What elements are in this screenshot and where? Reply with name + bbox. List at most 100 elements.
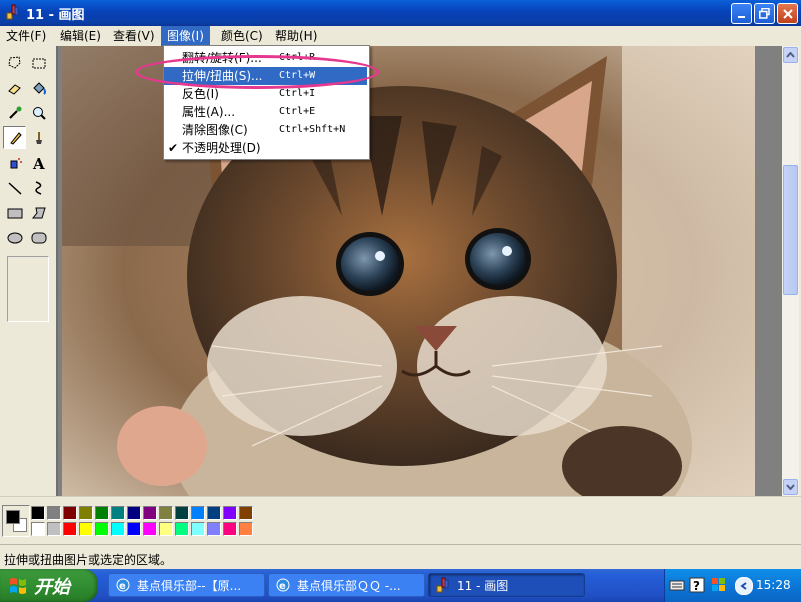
menu-item-draw-opaque[interactable]: ✔ 不透明处理(D) bbox=[164, 139, 367, 157]
clock[interactable]: 15:28 bbox=[756, 578, 791, 592]
eraser-icon bbox=[7, 83, 21, 95]
close-icon bbox=[782, 8, 793, 19]
pick-color-tool[interactable] bbox=[3, 101, 26, 124]
color-swatch[interactable] bbox=[47, 506, 61, 520]
task-button-paint[interactable]: 11 - 画图 bbox=[428, 573, 585, 597]
minimize-icon bbox=[737, 15, 745, 18]
color-swatch[interactable] bbox=[95, 522, 109, 536]
eyedropper-icon bbox=[8, 106, 21, 119]
task-label: 基点俱乐部ＱＱ -... bbox=[297, 578, 401, 593]
line-tool[interactable] bbox=[3, 176, 26, 199]
color-swatch[interactable] bbox=[63, 506, 77, 520]
color-swatch[interactable] bbox=[31, 506, 45, 520]
color-swatch[interactable] bbox=[239, 522, 253, 536]
pencil-icon bbox=[9, 131, 22, 145]
menu-item-attributes[interactable]: 属性(A)... Ctrl+E bbox=[164, 103, 367, 121]
color-swatch[interactable] bbox=[79, 506, 93, 520]
color-swatch[interactable] bbox=[111, 522, 125, 536]
color-swatch[interactable] bbox=[175, 522, 189, 536]
menu-view[interactable]: 查看(V) bbox=[107, 26, 161, 46]
show-hidden-icons-button[interactable] bbox=[735, 577, 753, 595]
title-bar[interactable]: 11 - 画图 bbox=[0, 0, 801, 26]
menu-bar: 文件(F) 编辑(E) 查看(V) 图像(I) 颜色(C) 帮助(H) bbox=[0, 26, 801, 46]
color-swatch[interactable] bbox=[207, 506, 221, 520]
color-swatch[interactable] bbox=[223, 522, 237, 536]
color-swatch[interactable] bbox=[223, 506, 237, 520]
curve-icon bbox=[34, 180, 41, 195]
current-colors-box[interactable] bbox=[2, 505, 30, 537]
close-button[interactable] bbox=[777, 3, 798, 24]
scroll-up-button[interactable] bbox=[783, 47, 798, 63]
chevron-up-icon bbox=[786, 52, 795, 58]
color-swatch[interactable] bbox=[127, 522, 141, 536]
color-swatch[interactable] bbox=[95, 506, 109, 520]
color-swatch[interactable] bbox=[175, 506, 189, 520]
chevron-down-icon bbox=[786, 484, 795, 490]
polygon-tool[interactable] bbox=[27, 201, 50, 224]
restore-button[interactable] bbox=[754, 3, 775, 24]
menu-image[interactable]: 图像(I) bbox=[161, 26, 210, 46]
menu-item-clear-image[interactable]: 清除图像(C) Ctrl+Shft+N bbox=[164, 121, 367, 139]
color-swatch[interactable] bbox=[239, 506, 253, 520]
task-label: 基点俱乐部--【原... bbox=[137, 578, 242, 593]
svg-text:e: e bbox=[119, 581, 126, 592]
free-form-select-icon bbox=[7, 55, 21, 69]
keyboard-icon[interactable] bbox=[669, 578, 685, 595]
rounded-rect-icon bbox=[31, 232, 46, 243]
color-swatch[interactable] bbox=[159, 506, 173, 520]
menu-file[interactable]: 文件(F) bbox=[0, 26, 52, 46]
paint-bucket-icon bbox=[32, 81, 46, 95]
magnifier-tool[interactable] bbox=[27, 101, 50, 124]
text-tool[interactable]: A bbox=[27, 151, 50, 174]
curve-tool[interactable] bbox=[27, 176, 50, 199]
color-swatch[interactable] bbox=[47, 522, 61, 536]
color-swatch[interactable] bbox=[79, 522, 93, 536]
tool-options-box[interactable] bbox=[7, 256, 49, 322]
windows-flag-icon[interactable] bbox=[711, 577, 727, 596]
ellipse-icon bbox=[7, 232, 22, 243]
ellipse-tool[interactable] bbox=[3, 226, 26, 249]
fill-tool[interactable] bbox=[27, 76, 50, 99]
foreground-color-swatch[interactable] bbox=[6, 510, 20, 524]
color-swatch[interactable] bbox=[143, 506, 157, 520]
brush-icon bbox=[35, 131, 42, 144]
scroll-down-button[interactable] bbox=[783, 479, 798, 495]
airbrush-icon bbox=[10, 157, 22, 168]
line-icon bbox=[7, 181, 22, 195]
ie-icon: e bbox=[276, 578, 290, 592]
chevron-left-icon bbox=[740, 582, 747, 590]
paint-app-icon[interactable] bbox=[5, 4, 21, 20]
status-text: 拉伸或扭曲图片或选定的区域。 bbox=[4, 553, 173, 567]
color-swatch[interactable] bbox=[191, 506, 205, 520]
color-swatch[interactable] bbox=[191, 522, 205, 536]
brush-tool[interactable] bbox=[27, 126, 50, 149]
minimize-button[interactable] bbox=[731, 3, 752, 24]
airbrush-tool[interactable] bbox=[3, 151, 26, 174]
menu-help[interactable]: 帮助(H) bbox=[269, 26, 323, 46]
color-swatch[interactable] bbox=[143, 522, 157, 536]
rectangle-tool[interactable] bbox=[3, 201, 26, 224]
window-title: 11 - 画图 bbox=[26, 8, 85, 23]
help-icon[interactable]: ? bbox=[689, 577, 705, 596]
color-swatch[interactable] bbox=[63, 522, 77, 536]
color-palette bbox=[0, 496, 801, 545]
color-swatch[interactable] bbox=[31, 522, 45, 536]
pencil-tool[interactable] bbox=[3, 126, 26, 149]
start-button[interactable]: 开始 bbox=[0, 569, 98, 602]
svg-text:A: A bbox=[32, 155, 45, 171]
menu-edit[interactable]: 编辑(E) bbox=[54, 26, 107, 46]
task-button-ie-1[interactable]: e 基点俱乐部--【原... bbox=[108, 573, 265, 597]
eraser-tool[interactable] bbox=[3, 76, 26, 99]
svg-text:?: ? bbox=[693, 579, 700, 593]
scroll-thumb[interactable] bbox=[783, 165, 798, 295]
free-form-select-tool[interactable] bbox=[3, 51, 26, 74]
task-button-ie-2[interactable]: e 基点俱乐部ＱＱ -... bbox=[268, 573, 425, 597]
color-swatch[interactable] bbox=[111, 506, 125, 520]
color-swatch[interactable] bbox=[159, 522, 173, 536]
color-swatch[interactable] bbox=[127, 506, 141, 520]
rounded-rect-tool[interactable] bbox=[27, 226, 50, 249]
rect-select-tool[interactable] bbox=[27, 51, 50, 74]
color-swatch[interactable] bbox=[207, 522, 221, 536]
menu-colors[interactable]: 颜色(C) bbox=[215, 26, 269, 46]
rect-select-icon bbox=[32, 58, 45, 68]
